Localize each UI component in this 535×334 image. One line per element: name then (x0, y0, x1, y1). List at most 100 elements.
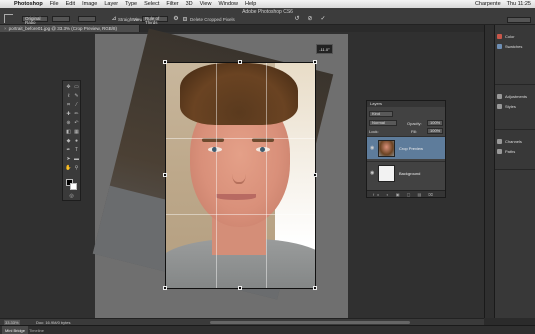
crop-handle-left[interactable] (163, 173, 167, 177)
adjustments-icon (497, 94, 502, 100)
dock-item-channels[interactable]: Channels (497, 138, 535, 146)
rule-of-thirds-grid (166, 63, 315, 288)
document-title: portrait_before01.jpg @ 33.3% (Crop Prev… (8, 26, 118, 31)
delete-cropped-checkbox[interactable] (183, 17, 187, 21)
layer-name[interactable]: Crop Preview (399, 146, 423, 151)
menu-edit[interactable]: Edit (66, 0, 75, 8)
menu-view[interactable]: View (200, 0, 212, 8)
menu-3d[interactable]: 3D (186, 0, 193, 8)
crop-handle-bottom-right[interactable] (313, 286, 317, 290)
menu-file[interactable]: File (50, 0, 59, 8)
clear-button[interactable] (100, 16, 108, 23)
menu-select[interactable]: Select (144, 0, 159, 8)
blur-tool-icon[interactable]: ◆ (65, 138, 72, 144)
quick-select-tool-icon[interactable]: ✎ (73, 93, 80, 99)
menu-window[interactable]: Window (218, 0, 238, 8)
collapsed-panel-strip (484, 25, 494, 318)
bottom-panel-tabs: Mini Bridge Timeline (0, 325, 535, 334)
gradient-tool-icon[interactable]: ▦ (73, 129, 80, 135)
visibility-eye-icon[interactable]: ◉ (370, 145, 374, 151)
commit-icon[interactable]: ✓ (319, 16, 327, 23)
dock-item-swatches[interactable]: Swatches (497, 43, 535, 51)
panel-group-adjustments: Adjustments Styles (495, 85, 535, 130)
crop-handle-top-right[interactable] (313, 60, 317, 64)
crop-handle-top[interactable] (238, 60, 242, 64)
layer-name[interactable]: Background (399, 171, 420, 176)
workspace-switcher[interactable] (507, 17, 531, 23)
visibility-eye-icon[interactable]: ◉ (370, 170, 374, 176)
crop-handle-bottom-left[interactable] (163, 286, 167, 290)
shape-tool-icon[interactable]: ▬ (73, 156, 80, 162)
close-icon[interactable]: × (4, 26, 7, 31)
dock-item-adjustments[interactable]: Adjustments (497, 93, 535, 101)
marquee-tool-icon[interactable]: ▭ (73, 84, 80, 90)
quick-mask-icon[interactable]: ◎ (68, 193, 75, 199)
panel-group-channels: Channels Paths (495, 130, 535, 170)
zoom-tool-icon[interactable]: ⚲ (73, 165, 80, 171)
opacity-label: Opacity: (407, 121, 422, 126)
dodge-tool-icon[interactable]: ● (73, 138, 80, 144)
layer-kind-filter[interactable]: Kind (369, 111, 393, 117)
type-tool-icon[interactable]: T (73, 147, 80, 153)
straighten-icon[interactable]: ⊿ (110, 16, 118, 23)
rotation-angle-readout: -11.0° (316, 44, 333, 54)
menu-layer[interactable]: Layer (104, 0, 118, 8)
tab-timeline[interactable]: Timeline (26, 326, 47, 334)
swatches-icon (497, 44, 502, 50)
crop-tool-icon[interactable] (4, 14, 13, 23)
dock-item-color[interactable]: Color (497, 33, 535, 41)
crop-ratio-select[interactable]: Original Ratio (22, 16, 48, 25)
dock-item-paths[interactable]: Paths (497, 148, 535, 156)
view-overlay-select[interactable]: Rule of Thirds (142, 16, 168, 25)
panel-group-color: Color Swatches (495, 25, 535, 85)
opacity-field[interactable]: 100% (427, 120, 443, 126)
document-tab[interactable]: × portrait_before01.jpg @ 33.3% (Crop Pre… (0, 25, 140, 32)
layer-row-background[interactable]: ◉ Background (367, 161, 445, 184)
menubar-status: Charpente Thu 11:25 (475, 0, 531, 8)
fill-field[interactable]: 100% (427, 128, 443, 134)
blend-mode-select[interactable]: Normal (369, 120, 397, 126)
cancel-icon[interactable]: ⊘ (306, 16, 314, 23)
menu-image[interactable]: Image (82, 0, 97, 8)
layers-footer-icons[interactable]: fx ◐ ▣ ▢ ▤ ⌧ (367, 190, 445, 197)
user-name[interactable]: Charpente (475, 0, 501, 8)
crop-handle-top-left[interactable] (163, 60, 167, 64)
move-tool-icon[interactable]: ✥ (65, 84, 72, 90)
app-menu[interactable]: Photoshop (14, 0, 43, 8)
menu-type[interactable]: Type (125, 0, 137, 8)
horizontal-scrollbar[interactable] (210, 321, 410, 324)
crop-handle-right[interactable] (313, 173, 317, 177)
dock-item-styles[interactable]: Styles (497, 103, 535, 111)
layer-thumbnail (378, 165, 395, 182)
crop-box[interactable] (165, 62, 316, 289)
eraser-tool-icon[interactable]: ◧ (65, 129, 72, 135)
crop-width-field[interactable] (52, 16, 70, 22)
menu-help[interactable]: Help (245, 0, 256, 8)
lasso-tool-icon[interactable]: ℓ (65, 93, 72, 99)
hand-tool-icon[interactable]: ✋ (65, 165, 72, 171)
crop-handle-bottom[interactable] (238, 286, 242, 290)
crop-height-field[interactable] (78, 16, 96, 22)
background-color-swatch[interactable] (70, 183, 77, 190)
brush-tool-icon[interactable]: ✏ (73, 111, 80, 117)
color-icon (497, 34, 502, 40)
eyedropper-tool-icon[interactable]: ⁄ (73, 102, 80, 108)
layers-panel-title[interactable]: Layers (367, 101, 445, 107)
crop-tool-icon[interactable]: ⌗ (65, 102, 72, 108)
healing-tool-icon[interactable]: ✚ (65, 111, 72, 117)
mac-menu-bar: Photoshop File Edit Image Layer Type Sel… (0, 0, 535, 8)
reset-icon[interactable]: ↺ (293, 16, 301, 23)
history-brush-tool-icon[interactable]: ↶ (73, 120, 80, 126)
status-bar: 33.33% Doc: 16.9M/0 bytes (0, 318, 484, 325)
gear-icon[interactable]: ⚙ (172, 16, 180, 23)
path-select-tool-icon[interactable]: ➤ (65, 156, 72, 162)
clone-tool-icon[interactable]: ⊕ (65, 120, 72, 126)
pen-tool-icon[interactable]: ✒ (65, 147, 72, 153)
clock[interactable]: Thu 11:25 (507, 0, 531, 8)
delete-cropped-label: Delete Cropped Pixels (190, 17, 235, 22)
options-bar: Adobe Photoshop CS6 Original Ratio ⊿ Str… (0, 8, 535, 25)
menu-filter[interactable]: Filter (166, 0, 178, 8)
layer-row-crop-preview[interactable]: ◉ Crop Preview (367, 136, 445, 159)
panel-dock: Color Swatches Adjustments Styles Channe… (494, 25, 535, 318)
tab-mini-bridge[interactable]: Mini Bridge (2, 326, 29, 334)
